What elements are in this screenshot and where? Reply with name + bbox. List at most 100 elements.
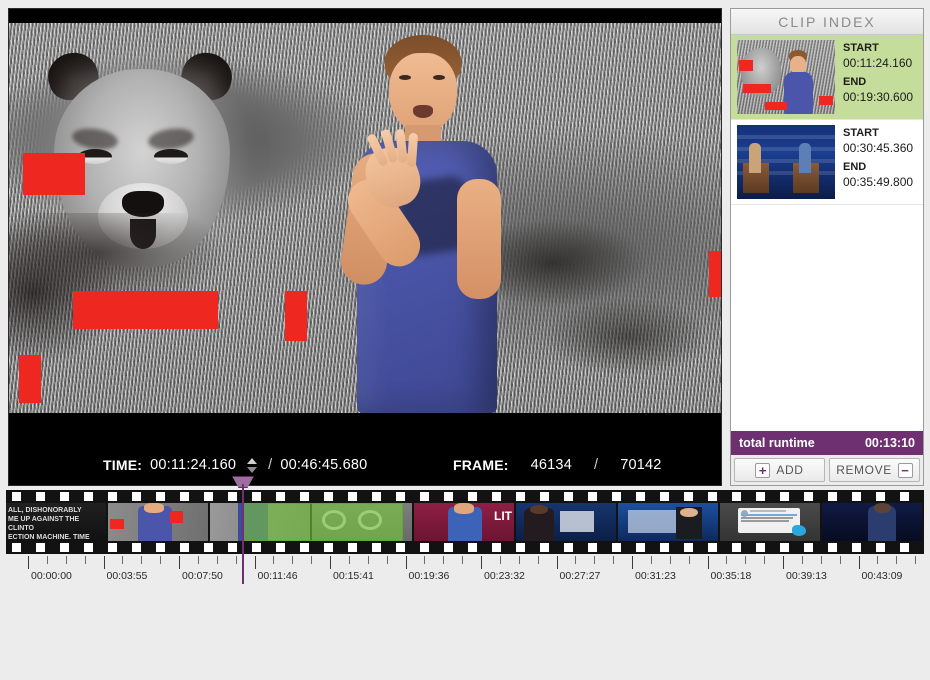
filmstrip-perforations-bottom [6,543,924,552]
clip-actions: + ADD REMOVE − [731,455,923,485]
filmstrip-frame [720,503,822,541]
filmstrip-frame: ALL, DISHONORABLY ME UP AGAINST THE CLINT… [6,503,108,541]
ruler-tick-minor [650,556,652,564]
ruler-label: 00:31:23 [635,570,676,582]
time-stepper[interactable] [244,457,260,473]
ruler-tick-minor [839,556,841,564]
clip-thumbnail [737,40,835,114]
ruler-tick-minor [537,556,539,564]
video-player-panel[interactable]: TIME: 00:11:24.160 / 00:46:45.680 FRAME:… [8,8,722,486]
ruler-tick-minor [424,556,426,564]
ruler-label: 00:35:18 [710,570,752,582]
filmstrip-perforations-top [6,492,924,501]
ruler-tick-minor [613,556,615,564]
clip-end-value: 00:19:30.600 [843,89,914,104]
transport-status-bar: TIME: 00:11:24.160 / 00:46:45.680 FRAME:… [9,445,721,485]
total-runtime-bar: total runtime 00:13:10 [731,431,923,455]
remove-clip-button[interactable]: REMOVE − [829,458,920,482]
filmstrip-frames[interactable]: ALL, DISHONORABLY ME UP AGAINST THE CLINT… [6,490,924,554]
clip-start-label: START [843,42,879,54]
ruler-tick-minor [141,556,143,564]
ruler-tick-minor [801,556,803,564]
ruler-tick-minor [443,556,445,564]
time-readout: TIME: 00:11:24.160 / 00:46:45.680 [103,457,367,473]
ruler-tick-major [707,556,709,569]
ruler-tick-minor [820,556,822,564]
ruler-tick-major [556,556,558,569]
add-clip-label: ADD [776,463,804,477]
ruler-tick-minor [877,556,879,564]
censor-bar [23,153,85,195]
total-frames-value: 70142 [620,457,662,473]
ruler-tick-minor [122,556,124,564]
ruler-tick-minor [688,556,690,564]
censor-bar [73,291,218,329]
ruler-label: 00:07:50 [182,570,223,582]
playhead-line[interactable] [242,484,244,584]
ruler-label: 00:43:09 [861,570,903,582]
ruler-tick-major [481,556,482,569]
ruler-tick-major [330,556,331,569]
ruler-tick-major [103,556,105,569]
ruler-tick-major [783,556,784,569]
video-image [9,23,721,413]
ruler-tick-minor [575,556,577,564]
add-clip-button[interactable]: + ADD [734,458,825,482]
ruler-tick-major [28,556,29,569]
timeline-ruler[interactable]: 00:00:00 00:03:55 00:07:50 00:11:46 00:15:41… [6,556,924,590]
clip-list-item[interactable]: START 00:30:45.360 END 00:35:49.800 [731,120,923,205]
filmstrip-frame: LIT [414,503,516,541]
clip-selection-overlay[interactable] [243,503,403,541]
ruler-label: 00:00:00 [31,570,72,582]
ruler-tick-minor [764,556,766,564]
filmstrip-frame [822,503,924,541]
plus-icon: + [755,462,771,478]
ruler-tick-minor [84,556,86,564]
clip-times: START 00:30:45.360 END 00:35:49.800 [843,125,913,195]
ruler-label: 00:11:46 [257,570,298,582]
ruler-tick-minor [273,556,275,564]
current-time-value[interactable]: 00:11:24.160 [150,457,236,473]
clip-end-label: END [843,75,867,88]
ruler-tick-minor [669,556,671,564]
ruler-label: 00:15:41 [333,570,374,582]
clip-times: START 00:11:24.160 END 00:19:30.600 [843,40,913,110]
ruler-label: 00:23:32 [484,570,525,582]
ruler-tick-major [632,556,633,569]
ruler-label: 00:39:13 [786,570,827,582]
time-separator: / [268,457,273,473]
filmstrip-thumbnails: ALL, DISHONORABLY ME UP AGAINST THE CLINT… [6,503,924,541]
censor-bar [709,251,721,297]
filmstrip-frame [108,503,210,541]
ruler-tick-minor [462,556,464,564]
ruler-tick-minor [235,556,237,564]
ruler-tick-minor [311,556,313,564]
clip-list[interactable]: START 00:11:24.160 END 00:19:30.600 STAR… [731,35,923,431]
filmstrip-frame [516,503,618,541]
ruler-tick-major [179,556,180,569]
remove-clip-label: REMOVE [836,463,892,477]
ruler-tick-minor [160,556,162,564]
ruler-tick-minor [386,556,388,564]
ruler-tick-minor [197,556,199,564]
ruler-tick-minor [46,556,48,564]
clip-index-title: CLIP INDEX [731,9,923,35]
frame-label: FRAME: [453,457,509,473]
frame-readout: FRAME: 46134 / 70142 [453,457,662,473]
total-time-value: 00:46:45.680 [280,457,368,473]
clip-list-item[interactable]: START 00:11:24.160 END 00:19:30.600 [731,35,923,120]
clip-end-value: 00:35:49.800 [843,174,914,189]
total-runtime-value: 00:13:10 [864,436,915,450]
total-runtime-label: total runtime [739,436,815,450]
bottom-toolbar: OSD >_ ✂ OpenMedia PlayMedia [0,592,930,680]
ruler-tick-minor [726,556,728,564]
clip-start-label: START [843,127,879,139]
current-frame-value[interactable]: 46134 [531,457,572,473]
minus-icon: − [897,462,913,478]
timeline-filmstrip[interactable]: ALL, DISHONORABLY ME UP AGAINST THE CLINT… [6,476,924,584]
ruler-tick-minor [65,556,67,564]
censor-bar [285,291,307,341]
clip-start-value: 00:11:24.160 [843,55,913,70]
ruler-tick-minor [367,556,369,564]
video-surface[interactable] [9,9,721,447]
